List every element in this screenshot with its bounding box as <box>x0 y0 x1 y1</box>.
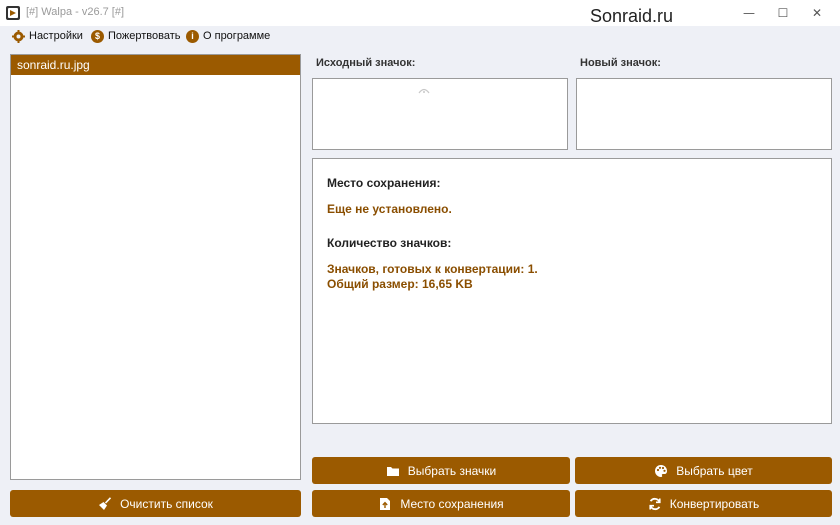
sync-icon <box>649 497 661 510</box>
info-panel: Место сохранения: Еще не установлено. Ко… <box>312 158 832 424</box>
save-location-label: Место сохранения <box>400 496 504 511</box>
clear-list-button[interactable]: Очистить список <box>10 490 301 517</box>
info-icon: i <box>186 29 199 43</box>
folder-icon <box>386 466 399 476</box>
file-upload-icon <box>380 497 391 510</box>
list-item[interactable]: sonraid.ru.jpg <box>11 55 300 75</box>
menu-about[interactable]: i О программе <box>186 28 270 44</box>
icon-count-heading: Количество значков: <box>327 236 452 250</box>
dollar-icon: $ <box>91 29 104 43</box>
window-title: [#] Walpa - v26.7 [#] <box>26 6 125 18</box>
palette-icon <box>655 464 668 477</box>
new-icon-preview <box>576 78 832 150</box>
save-location-value: Еще не установлено. <box>327 202 452 216</box>
app-logo-icon <box>6 6 20 20</box>
gear-icon <box>12 29 25 43</box>
choose-icons-label: Выбрать значки <box>407 463 497 478</box>
choose-color-button[interactable]: Выбрать цвет <box>575 457 832 484</box>
clear-list-label: Очистить список <box>120 496 213 511</box>
new-icon-label: Новый значок: <box>580 57 661 69</box>
source-icon-preview <box>312 78 568 150</box>
total-size-text: Общий размер: 16,65 KB <box>327 277 473 291</box>
broom-icon <box>99 496 112 510</box>
ready-count-text: Значков, готовых к конвертации: 1. <box>327 262 538 276</box>
file-list[interactable]: sonraid.ru.jpg <box>10 54 301 480</box>
menu-settings-label: Настройки <box>29 30 83 42</box>
choose-color-label: Выбрать цвет <box>676 463 753 478</box>
menu-about-label: О программе <box>203 30 271 42</box>
menu-bar: Настройки $ Пожертвовать i О программе <box>0 26 840 46</box>
watermark-text: Sonraid.ru <box>590 6 674 26</box>
menu-donate-label: Пожертвовать <box>108 30 181 42</box>
close-button[interactable]: ✕ <box>794 0 840 26</box>
title-bar: [#] Walpa - v26.7 [#] Sonraid.ru — ☐ ✕ <box>0 0 840 26</box>
source-icon-label: Исходный значок: <box>316 57 416 69</box>
convert-label: Конвертировать <box>669 496 760 511</box>
loading-icon <box>418 88 430 94</box>
menu-donate[interactable]: $ Пожертвовать <box>91 28 181 44</box>
convert-button[interactable]: Конвертировать <box>575 490 832 517</box>
save-location-heading: Место сохранения: <box>327 176 441 190</box>
save-location-button[interactable]: Место сохранения <box>312 490 570 517</box>
choose-icons-button[interactable]: Выбрать значки <box>312 457 570 484</box>
menu-settings[interactable]: Настройки <box>12 28 83 44</box>
